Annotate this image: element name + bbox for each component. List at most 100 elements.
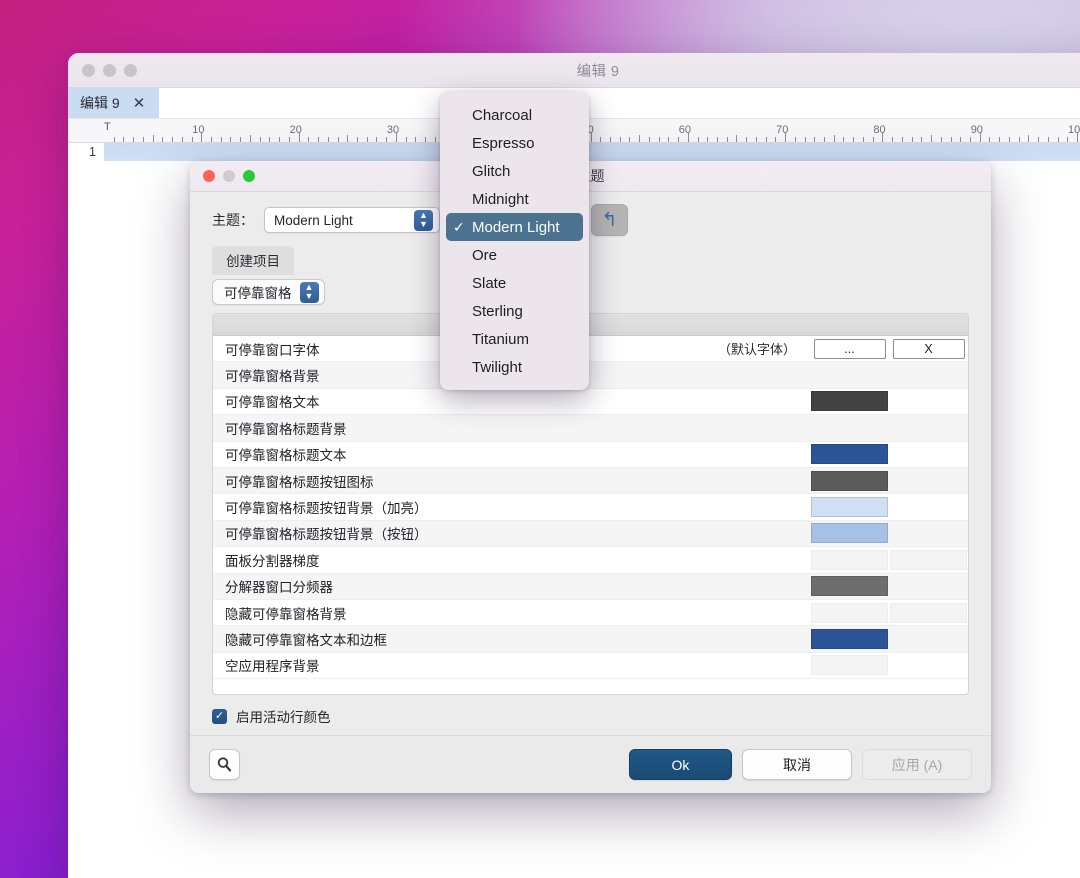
color-swatch-cell[interactable]	[810, 362, 889, 388]
table-row-label: 空应用程序背景	[213, 655, 810, 675]
table-header	[213, 314, 968, 336]
color-swatch-cell[interactable]	[810, 494, 889, 520]
apply-button[interactable]: 应用 (A)	[862, 749, 972, 780]
dropdown-item-ore[interactable]: Ore	[446, 241, 583, 269]
ruler-tick	[289, 137, 290, 142]
color-swatch-cell[interactable]	[810, 573, 889, 599]
ruler-tick	[415, 137, 416, 142]
editor-window-title: 编辑 9	[68, 60, 1080, 81]
color-swatch-cell[interactable]	[810, 441, 889, 467]
dropdown-item-midnight[interactable]: Midnight	[446, 185, 583, 213]
table-row[interactable]: 隐藏可停靠窗格背景	[213, 600, 968, 626]
ruler-tick	[1019, 137, 1020, 142]
theme-select[interactable]: Modern Light ▲▼	[264, 207, 440, 233]
dropdown-item-charcoal[interactable]: Charcoal	[446, 101, 583, 129]
ruler-tick	[133, 137, 134, 142]
ruler-tick	[951, 137, 952, 142]
table-row[interactable]: 可停靠窗格标题按钮背景（加亮）	[213, 494, 968, 520]
font-clear-button[interactable]: X	[893, 339, 965, 359]
editor-tab-edit9[interactable]: 编辑 9 ✕	[68, 88, 159, 118]
table-row[interactable]: 可停靠窗格背景	[213, 362, 968, 388]
color-swatch[interactable]	[811, 391, 888, 411]
color-swatch[interactable]	[811, 523, 888, 543]
color-swatch[interactable]	[811, 576, 888, 596]
font-browse-button[interactable]: ...	[814, 339, 886, 359]
table-row[interactable]: 空应用程序背景	[213, 653, 968, 679]
search-button[interactable]	[209, 749, 240, 780]
color-swatch-cell[interactable]	[810, 626, 889, 652]
table-row[interactable]: 可停靠窗格标题按钮背景（按钮）	[213, 521, 968, 547]
active-line-color-row[interactable]: ✓ 启用活动行颜色	[190, 695, 991, 735]
table-row[interactable]: 隐藏可停靠窗格文本和边框	[213, 626, 968, 652]
dropdown-item-label: Espresso	[472, 135, 535, 152]
dropdown-item-twilight[interactable]: Twilight	[446, 353, 583, 381]
scope-select[interactable]: 可停靠窗格 ▲▼	[212, 279, 325, 305]
ruler-tick	[1028, 135, 1029, 142]
color-swatch-cell[interactable]	[810, 652, 889, 678]
ruler-tick	[912, 137, 913, 142]
secondary-swatch-cell[interactable]	[889, 547, 968, 573]
ruler-tick	[736, 135, 737, 142]
secondary-swatch-cell[interactable]	[889, 362, 968, 388]
color-swatch-empty[interactable]	[811, 550, 888, 570]
secondary-swatch-cell[interactable]	[889, 388, 968, 414]
secondary-swatch-cell[interactable]	[889, 441, 968, 467]
cancel-button[interactable]: 取消	[742, 749, 852, 780]
close-icon[interactable]: ✕	[133, 96, 146, 111]
dropdown-item-sterling[interactable]: Sterling	[446, 297, 583, 325]
secondary-swatch-cell[interactable]	[889, 599, 968, 625]
ruler-number: 20	[290, 124, 302, 136]
ruler-tick	[668, 137, 669, 142]
color-swatch-empty[interactable]	[890, 550, 967, 570]
theme-dropdown-menu[interactable]: Charcoal Espresso GlitchMidnight✓Modern Li…	[440, 92, 589, 390]
tab-create-project[interactable]: 创建项目	[212, 246, 294, 275]
secondary-swatch-cell[interactable]	[889, 415, 968, 441]
ruler-tick	[211, 137, 212, 142]
dropdown-item-titanium[interactable]: Titanium	[446, 325, 583, 353]
table-row[interactable]: 可停靠窗口字体（默认字体）...X	[213, 336, 968, 362]
color-swatch-cell[interactable]	[810, 467, 889, 493]
color-swatch-empty[interactable]	[811, 603, 888, 623]
ok-button[interactable]: Ok	[629, 749, 732, 780]
dropdown-item-glitch[interactable]: Glitch	[446, 157, 583, 185]
font-clear-cell: X	[889, 336, 968, 362]
color-swatch-empty[interactable]	[890, 603, 967, 623]
secondary-swatch-cell[interactable]	[889, 520, 968, 546]
secondary-swatch-cell[interactable]	[889, 467, 968, 493]
table-row[interactable]: 可停靠窗格标题文本	[213, 442, 968, 468]
color-swatch[interactable]	[811, 629, 888, 649]
color-swatch-cell[interactable]	[810, 415, 889, 441]
table-row[interactable]: 可停靠窗格标题按钮图标	[213, 468, 968, 494]
color-swatch-cell[interactable]	[810, 388, 889, 414]
checkbox-active-line-color[interactable]: ✓	[212, 709, 227, 724]
color-swatch-cell[interactable]	[810, 599, 889, 625]
active-line-highlight	[104, 143, 1080, 161]
ruler-tick	[873, 137, 874, 142]
color-swatch[interactable]	[811, 497, 888, 517]
search-icon	[216, 756, 233, 773]
table-row[interactable]: 可停靠窗格文本	[213, 389, 968, 415]
table-row[interactable]: 面板分割器梯度	[213, 547, 968, 573]
ruler-tick	[600, 137, 601, 142]
ruler-tick	[853, 137, 854, 142]
secondary-swatch-cell[interactable]	[889, 573, 968, 599]
secondary-swatch-cell[interactable]	[889, 652, 968, 678]
secondary-swatch-cell[interactable]	[889, 494, 968, 520]
secondary-swatch-cell[interactable]	[889, 626, 968, 652]
color-swatch[interactable]	[811, 471, 888, 491]
dropdown-item-espresso[interactable]: Espresso	[446, 129, 583, 157]
ruler-tick	[814, 137, 815, 142]
ruler-tick	[766, 137, 767, 142]
ruler-tick	[805, 137, 806, 142]
dropdown-item-modern-light[interactable]: ✓Modern Light	[446, 213, 583, 241]
reset-theme-button[interactable]: ↰	[591, 204, 628, 236]
dropdown-item-slate[interactable]: Slate	[446, 269, 583, 297]
table-row[interactable]: 可停靠窗格标题背景	[213, 415, 968, 441]
ruler-tick	[308, 137, 309, 142]
color-swatch-cell[interactable]	[810, 520, 889, 546]
color-swatch-empty[interactable]	[811, 655, 888, 675]
table-row[interactable]: 分解器窗口分频器	[213, 574, 968, 600]
color-swatch[interactable]	[811, 444, 888, 464]
ruler-tick	[114, 137, 115, 142]
color-swatch-cell[interactable]	[810, 547, 889, 573]
